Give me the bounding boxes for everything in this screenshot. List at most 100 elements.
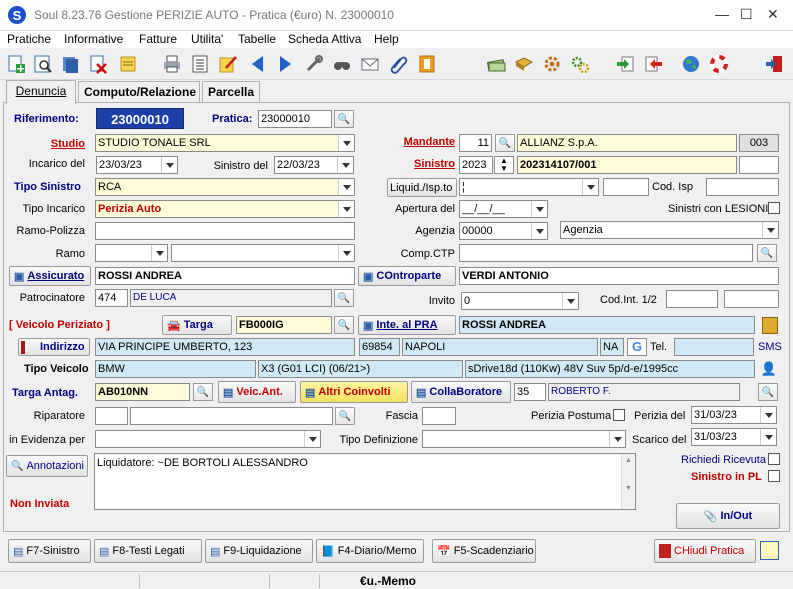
citta-field[interactable]: NAPOLI [402,338,598,356]
tel-field[interactable] [674,338,754,356]
annotazioni-scrollbar[interactable]: ▲ ▼ [621,454,635,509]
binoculars-icon[interactable] [330,52,354,76]
mandante-code-field[interactable]: 11 [459,134,492,152]
liquid-isp-button[interactable]: Liquid./Isp.to [387,178,457,197]
maximize-button[interactable]: ☐ [740,6,753,23]
search-doc-icon[interactable] [31,52,55,76]
studio-select[interactable]: STUDIO TONALE SRL [95,134,355,152]
in-out-button[interactable]: 📎 In/Out [676,503,780,529]
google-maps-icon[interactable]: G [627,338,647,356]
riferimento-field[interactable]: 23000010 [96,108,184,129]
clipboard-icon[interactable] [762,317,778,334]
fascia-field[interactable] [422,407,456,425]
f8-testi-legati-button[interactable]: ▤ F8-Testi Legati [94,539,202,563]
altri-coinvolti-button[interactable]: ▤ Altri Coinvolti [300,381,408,403]
comp-ctp-field[interactable] [459,244,753,262]
arrow-left-icon[interactable] [246,52,270,76]
perizia-del-field[interactable]: 31/03/23 [691,406,777,424]
minimize-button[interactable]: — [715,6,729,22]
patrocinatore-code-field[interactable]: 474 [95,289,128,307]
tools-icon[interactable] [302,52,326,76]
envelope-icon[interactable] [358,52,382,76]
tipo-definizione-select[interactable] [422,430,626,448]
year-spinner-icon[interactable]: ▲ ▼ [494,156,514,174]
lifebuoy-icon[interactable] [707,52,731,76]
versione-field[interactable]: sDrive18d (110Kw) 48V Suv 5p/d-e/1995cc [465,360,755,378]
f4-diario-memo-button[interactable]: 📘 F4-Diario/Memo [316,539,424,563]
tab-parcella[interactable]: Parcella [202,81,260,103]
pratica-search-button[interactable]: 🔍 [334,110,354,128]
menu-help[interactable]: Help [374,32,399,46]
exit-icon[interactable] [762,52,786,76]
sinistro-in-pl-checkbox[interactable] [768,470,780,482]
comp-ctp-search-button[interactable]: 🔍 [757,244,777,262]
f7-sinistro-button[interactable]: ▤ F7-Sinistro [8,539,91,563]
cod-int-1-field[interactable] [666,290,718,308]
cod-int-2-field[interactable] [724,290,779,308]
menu-pratiche[interactable]: Pratiche [7,32,51,46]
scarico-del-field[interactable]: 31/03/23 [691,428,777,446]
indirizzo-button[interactable]: Indirizzo [18,338,90,356]
import-icon[interactable] [613,52,637,76]
printer-icon[interactable] [160,52,184,76]
paperclip-icon[interactable] [386,52,410,76]
perizia-postuma-checkbox[interactable] [613,409,625,421]
apertura-del-field[interactable]: __/__/__ [459,200,548,218]
vehicle-user-icon[interactable]: 👤 [760,361,778,378]
folder-tab-icon[interactable] [415,52,439,76]
f9-liquidazione-button[interactable]: ▤ F9-Liquidazione [205,539,313,563]
menu-utilita[interactable]: Utilita' [191,32,223,46]
controparte-field[interactable]: VERDI ANTONIO [459,267,779,285]
tab-computo-relazione[interactable]: Computo/Relazione [78,81,200,103]
ramo-polizza-field[interactable] [95,222,355,240]
collaboratore-search-button[interactable]: 🔍 [758,383,778,401]
new-doc-icon[interactable] [4,52,28,76]
stack-icon[interactable] [58,52,82,76]
export-icon[interactable] [642,52,666,76]
sinistro-num-field[interactable]: 202314107/001 [517,156,737,174]
collaboratore-button[interactable]: ▤ CollaBoratore [411,381,511,403]
sinistri-lesioni-checkbox[interactable] [768,202,780,214]
gear-icon[interactable] [540,52,564,76]
gears-icon[interactable] [568,52,592,76]
sinistro-year-field[interactable]: 2023 [459,156,493,174]
targa-field[interactable]: FB000IG [236,316,332,334]
sms-label[interactable]: SMS [758,340,782,354]
resize-icon[interactable] [760,541,779,560]
agenzia-select[interactable]: Agenzia [560,221,779,239]
indirizzo-field[interactable]: VIA PRINCIPE UMBERTO, 123 [95,338,355,356]
ramo-select-2[interactable] [171,244,355,262]
riparatore-search-button[interactable]: 🔍 [335,407,355,425]
f5-scadenziario-button[interactable]: 📅 F5-Scadenziario [432,539,536,563]
provincia-field[interactable]: NA [600,338,624,356]
modello-field[interactable]: X3 (G01 LCI) (06/21>) [258,360,463,378]
veic-ant-button[interactable]: ▤ Veic.Ant. [218,381,296,403]
close-button[interactable]: ✕ [767,6,779,23]
delete-doc-icon[interactable] [86,52,110,76]
pratica-field[interactable]: 23000010 [258,110,332,128]
invito-select[interactable]: 0 [461,292,579,310]
intestatario-button[interactable]: ▣ Inte. al PRA [358,315,456,335]
mandante-search-button[interactable]: 🔍 [495,134,515,152]
menu-tabelle[interactable]: Tabelle [238,32,276,46]
money-icon[interactable] [484,52,508,76]
menu-informative[interactable]: Informative [64,32,123,46]
collaboratore-code-field[interactable]: 35 [514,383,546,401]
liquid-isp-extra-field[interactable] [603,178,649,196]
richiedi-ricevuta-checkbox[interactable] [768,453,780,465]
menu-scheda-attiva[interactable]: Scheda Attiva [288,32,361,46]
arrow-right-icon[interactable] [273,52,297,76]
controparte-button[interactable]: ▣ COntroparte [358,266,456,286]
incarico-del-field[interactable]: 23/03/23 [96,156,178,174]
tipo-incarico-select[interactable]: Perizia Auto [95,200,355,218]
assicurato-field[interactable]: ROSSI ANDREA [95,267,355,285]
sinistro-extra-field[interactable] [739,156,779,174]
marca-field[interactable]: BMW [95,360,256,378]
in-evidenza-select[interactable] [95,430,321,448]
tipo-sinistro-select[interactable]: RCA [95,178,355,196]
patrocinatore-search-button[interactable]: 🔍 [334,289,354,307]
ramo-select-1[interactable] [95,244,168,262]
tab-denuncia[interactable]: Denuncia [6,80,76,104]
annotazioni-button[interactable]: 🔍 Annotazioni [6,455,88,477]
chiudi-pratica-button[interactable]: CHiudi Pratica [654,539,756,563]
